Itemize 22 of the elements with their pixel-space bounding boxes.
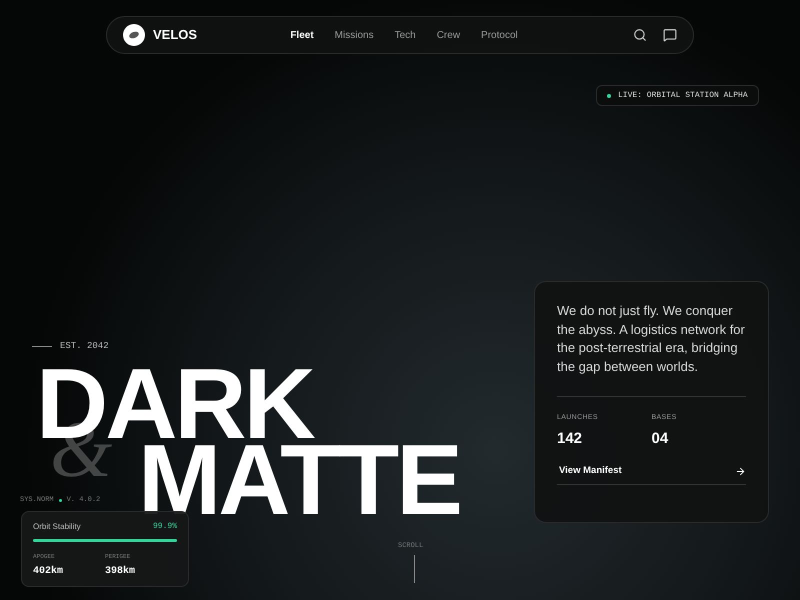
arrow-right-icon — [735, 466, 746, 477]
stat-value: 142 — [557, 428, 584, 448]
logo-icon — [123, 24, 145, 46]
stat-value: 04 — [652, 428, 670, 448]
stat-value: 402km — [33, 564, 64, 579]
brand-name: VELOS — [153, 26, 198, 44]
live-status-text: LIVE: ORBITAL STATION ALPHA — [618, 90, 748, 102]
chat-button[interactable] — [663, 28, 677, 42]
nav-link[interactable]: Protocol — [481, 28, 518, 42]
mission-statement: We do not just fly. We conquer the abyss. A logistics network for the post-terrestrial era, bridging the gap between worlds. — [557, 302, 746, 376]
search-button[interactable] — [633, 28, 647, 42]
established-text: EST. 2042 — [60, 340, 109, 353]
nav-link[interactable]: Fleet — [290, 28, 314, 42]
nav-link[interactable]: Missions — [334, 28, 374, 42]
view-manifest-link[interactable]: View Manifest — [557, 464, 746, 486]
stat-value: 398km — [105, 564, 136, 579]
stability-reading: 99.9% — [152, 521, 177, 533]
scroll-line — [414, 555, 415, 583]
nav-link[interactable]: Tech — [394, 28, 416, 42]
nav-link[interactable]: Crew — [436, 28, 460, 42]
stability-label: Orbit Stability — [33, 521, 81, 533]
headline-text: MATTE — [138, 442, 460, 518]
